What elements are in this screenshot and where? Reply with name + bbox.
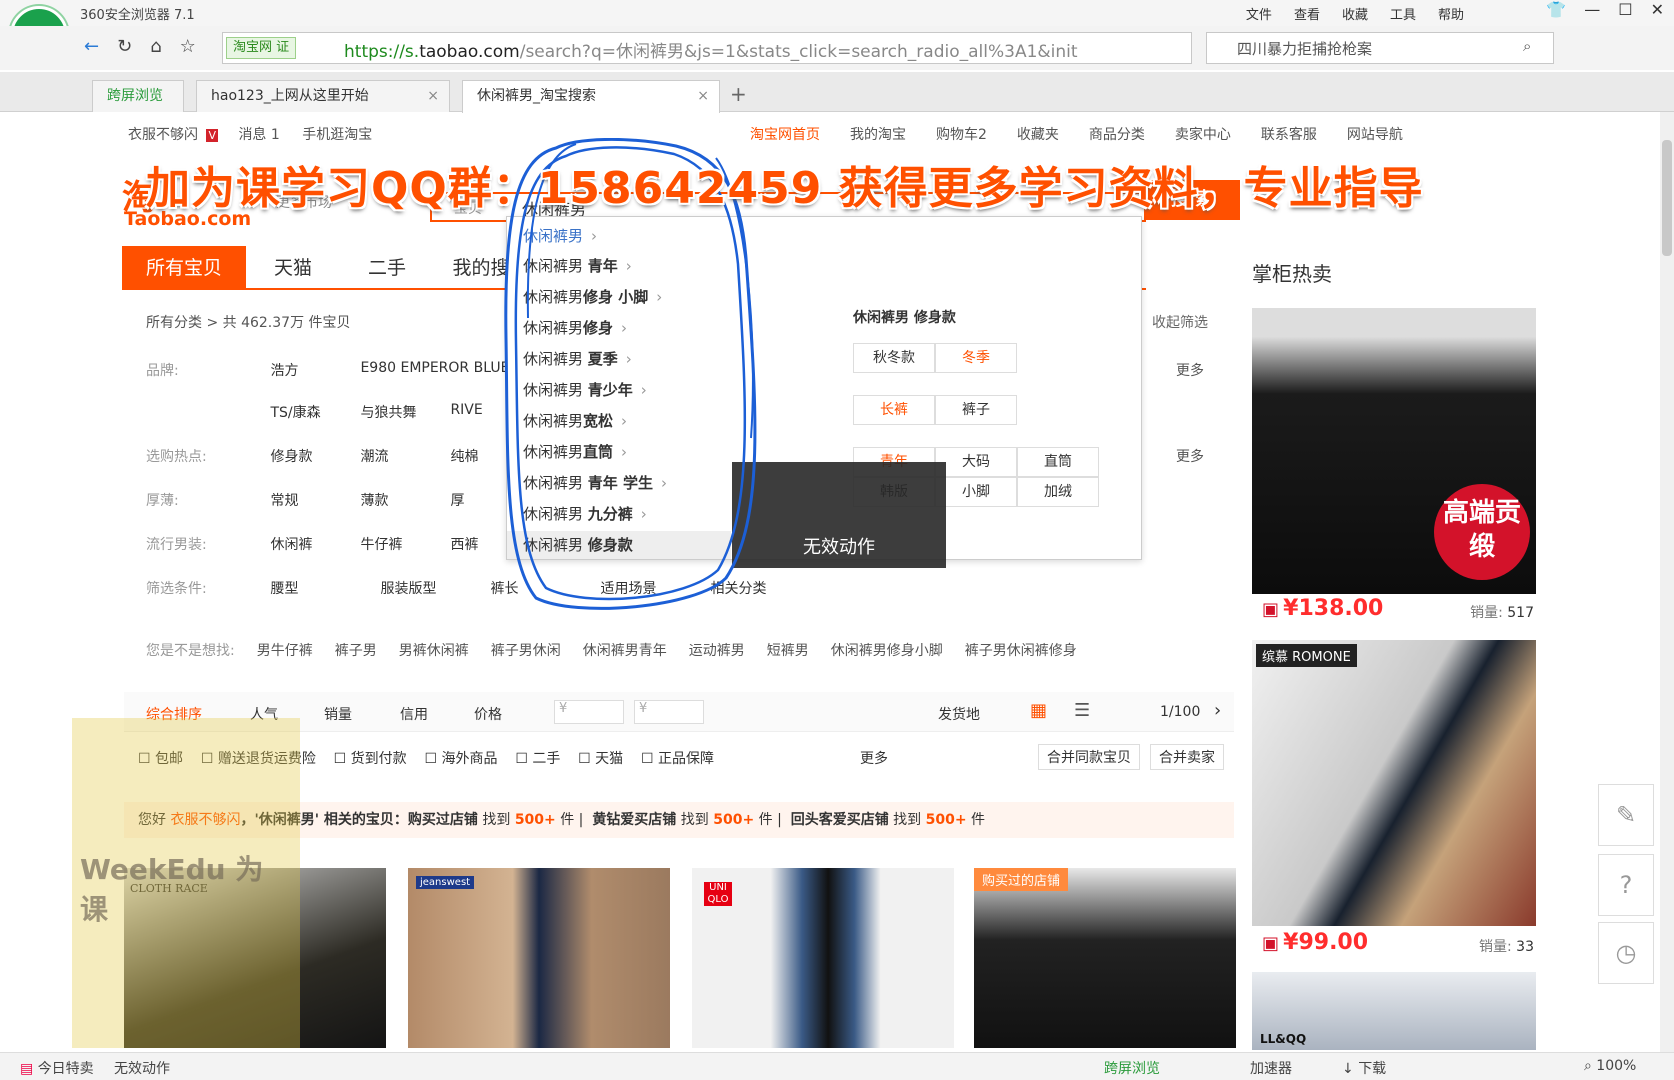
suggest-panel-title: 休闲裤男 修身款 [853, 310, 956, 326]
more-brand-button[interactable]: 更多 [1176, 360, 1204, 380]
taobao-topnav-right: 淘宝网首页 我的淘宝 购物车2 收藏夹 商品分类 卖家中心 联系客服 网站导航 [750, 127, 1403, 143]
vip-icon: V [206, 129, 218, 142]
menu-view[interactable]: 查看 [1294, 4, 1320, 23]
status-cross-screen[interactable]: 跨屏浏览 [1104, 1058, 1160, 1078]
collapse-filter-button[interactable]: 收起筛选 [1152, 312, 1208, 332]
status-zoom[interactable]: ⌕ 100% [1584, 1058, 1636, 1074]
hot-item-price: ▣ ¥138.00 销量: 517 [1262, 596, 1534, 621]
menu-file[interactable]: 文件 [1246, 4, 1272, 23]
list-view-icon[interactable]: ☰ [1074, 700, 1090, 721]
suggest-chip[interactable]: 直筒 [1017, 447, 1099, 477]
suggest-chip[interactable]: 大码 [935, 447, 1017, 477]
suggest-chip[interactable]: 长裤 [853, 395, 935, 425]
tab-close-icon[interactable]: × [697, 81, 709, 111]
address-url[interactable]: https://s.taobao.com/search?q=休闲裤男&js=1&… [344, 37, 1078, 62]
maximize-icon[interactable]: ☐ [1618, 0, 1632, 19]
hot-item-image[interactable]: 缤慕 ROMONE [1252, 640, 1536, 926]
filter-brand: 品牌: 浩方 E980 EMPEROR BLUE [146, 360, 510, 379]
tab-close-icon[interactable]: × [427, 81, 439, 111]
history-icon[interactable]: ◷ [1598, 922, 1654, 984]
filter-menswear: 流行男装: 休闲裤 牛仔裤 西裤 [146, 537, 479, 553]
watermark-logo: WeekEdu 为课 [72, 718, 300, 1048]
suggest-chip[interactable]: 加绒 [1017, 477, 1099, 507]
cart-icon: ▣ [1262, 933, 1280, 954]
merge-same-button[interactable]: 合并同款宝贝 [1038, 744, 1140, 770]
tab-hao123[interactable]: hao123_上网从这里开始 × [196, 80, 450, 112]
grid-view-icon[interactable]: ▦ [1030, 700, 1047, 721]
tab-cross-screen[interactable]: 跨屏浏览 [92, 80, 184, 112]
hot-sale-title: 掌柜热卖 [1252, 262, 1332, 286]
status-download[interactable]: ↓ 下载 [1342, 1058, 1386, 1078]
suggest-chip[interactable]: 秋冬款 [853, 343, 935, 373]
app-title: 360安全浏览器 7.1 [80, 8, 195, 23]
browser-search-input[interactable]: 四川暴力拒捕抢枪案 ⌕ [1206, 32, 1554, 64]
back-icon[interactable]: ← [84, 36, 99, 57]
merge-seller-button[interactable]: 合并卖家 [1150, 744, 1224, 770]
tab-second-hand[interactable]: 二手 [340, 246, 434, 288]
scrollbar-thumb[interactable] [1662, 140, 1672, 256]
help-icon[interactable]: ? [1598, 854, 1654, 916]
menu-help[interactable]: 帮助 [1438, 4, 1464, 23]
more-hot-button[interactable]: 更多 [1176, 446, 1204, 466]
price-to-input[interactable]: ¥ [634, 700, 704, 724]
product-image[interactable]: UNI QLO [692, 868, 954, 1048]
edit-icon[interactable]: ✎ [1598, 784, 1654, 846]
home-icon[interactable]: ⌂ [150, 36, 161, 57]
more-checks-button[interactable]: 更多 [860, 748, 888, 768]
refresh-icon[interactable]: ↻ [117, 36, 132, 57]
hot-item-image[interactable]: 高端贡缎 [1252, 308, 1536, 594]
minimize-icon[interactable]: — [1584, 0, 1600, 19]
promo-banner: 加为课学习QQ群：158642459 获得更多学习资料，专业指导 [146, 163, 1424, 214]
new-tab-icon[interactable]: + [730, 82, 747, 106]
hot-item-price: ▣ ¥99.00 销量: 33 [1262, 930, 1534, 955]
menu-tools[interactable]: 工具 [1390, 4, 1416, 23]
product-image[interactable]: 购买过的店铺 [974, 868, 1236, 1048]
suggest-chip[interactable]: 裤子 [935, 395, 1017, 425]
breadcrumb: 所有分类 > 共 462.37万 件宝贝 [146, 315, 351, 331]
search-icon[interactable]: ⌕ [1523, 37, 1531, 55]
close-icon[interactable]: ✕ [1651, 0, 1664, 19]
tab-all-items[interactable]: 所有宝贝 [122, 246, 246, 288]
taobao-topnav-left: 衣服不够闪 V 消息 1 手机逛淘宝 [128, 127, 373, 143]
status-accelerator[interactable]: 加速器 [1250, 1058, 1292, 1078]
status-text: 无效动作 [114, 1061, 170, 1077]
security-badge[interactable]: 淘宝网 证 [226, 37, 297, 59]
cart-icon: ▣ [1262, 599, 1280, 620]
star-icon[interactable]: ☆ [180, 36, 196, 57]
tab-taobao-search[interactable]: 休闲裤男_淘宝搜索 × [462, 80, 720, 113]
nav-buttons: ← ↻ ⌂ ☆ [84, 36, 196, 57]
product-image[interactable]: jeanswest [408, 868, 670, 1048]
filter-brand-2: TS/康森 与狼共舞 RIVE [270, 402, 483, 421]
next-page-icon[interactable]: › [1214, 700, 1221, 721]
hot-item-image[interactable]: LL&QQ [1252, 972, 1536, 1050]
skin-icon[interactable]: 👕 [1546, 0, 1566, 19]
menu-favorites[interactable]: 收藏 [1342, 4, 1368, 23]
suggest-chip[interactable]: 小脚 [935, 477, 1017, 507]
status-deals[interactable]: ▤ 今日特卖 [20, 1058, 94, 1078]
tab-tmall[interactable]: 天猫 [246, 246, 340, 288]
window-controls: 👕 — ☐ ✕ [1546, 0, 1664, 19]
browser-menu: 文件 查看 收藏 工具 帮助 [1246, 4, 1464, 23]
related-searches: 您是不是想找: 男牛仔裤 裤子男 男裤休闲裤 裤子男休闲 休闲裤男青年 运动裤男… [146, 643, 1077, 659]
suggest-chip[interactable]: 冬季 [935, 343, 1017, 373]
price-from-input[interactable]: ¥ [554, 700, 624, 724]
status-bar: ▤ 今日特卖 无效动作 跨屏浏览 加速器 ↓ 下载 ⌕ 100% [0, 1052, 1674, 1080]
filter-hot: 选购热点: 修身款 潮流 纯棉 [146, 449, 479, 465]
